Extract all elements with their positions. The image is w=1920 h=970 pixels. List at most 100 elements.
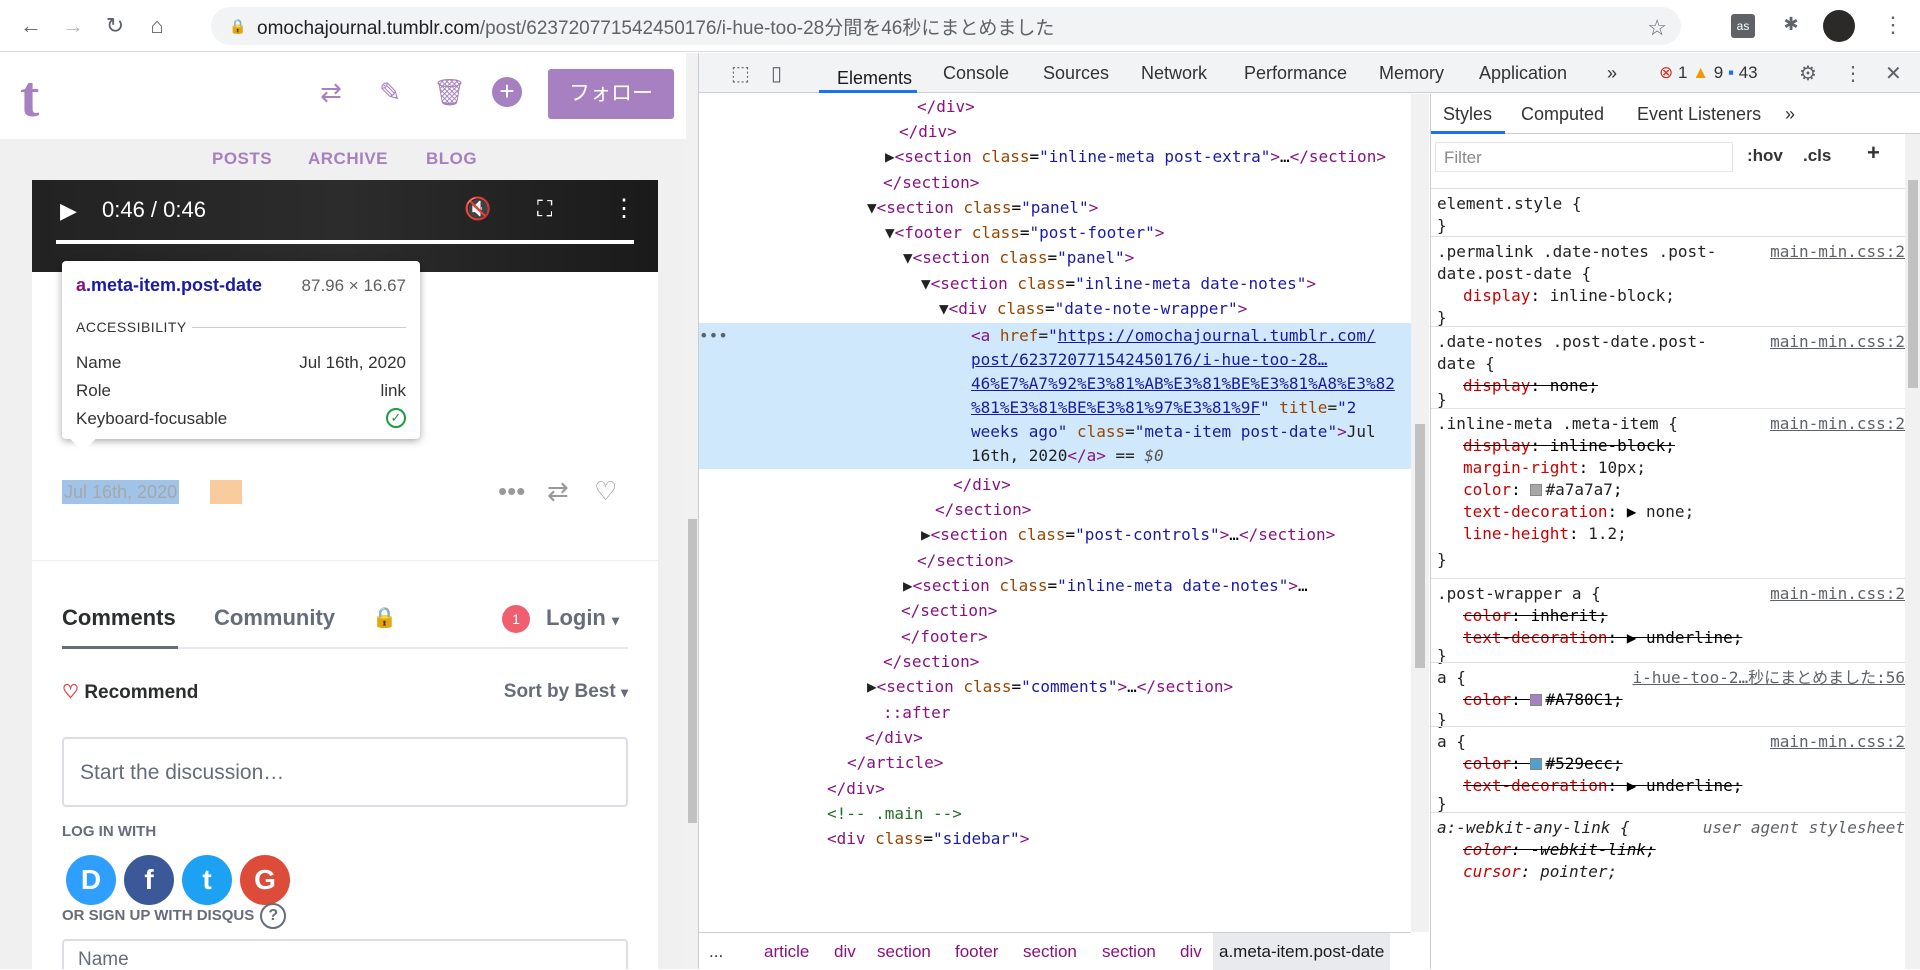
new-rule-icon[interactable]: + [1867,140,1880,166]
color-swatch[interactable] [1530,758,1543,770]
follow-button[interactable]: フォロー [548,69,674,119]
bookmark-star-icon[interactable]: ☆ [1647,15,1667,41]
style-rule[interactable]: a { i-hue-too-2…秒にまとめました:56 color: #a780… [1431,662,1905,729]
tab-performance[interactable]: Performance [1244,63,1347,84]
elements-scrollbar[interactable] [1411,94,1429,932]
style-rule[interactable]: .date-notes .post-date.post-date { main-… [1431,326,1905,409]
puzzle-extensions-icon[interactable]: ✱ [1779,14,1803,38]
reblog-post-icon[interactable]: ⇄ [547,476,569,507]
more-panes-icon[interactable]: » [1785,104,1795,125]
style-rule[interactable]: a { main-min.css:2 color: #529ecc; text-… [1431,726,1905,813]
tree-line[interactable]: ▼<section class="panel"> [903,245,1411,270]
elements-scrollbar-thumb[interactable] [1415,424,1425,668]
hov-toggle[interactable]: :hov [1747,146,1783,166]
post-date-link[interactable]: Jul 16th, 2020 [62,480,180,504]
issue-counts[interactable]: ⊗ 1 ▲ 9 ▪ 43 [1659,63,1758,83]
sort-dropdown[interactable]: Sort by Best ▾ [504,681,628,703]
delete-icon[interactable]: 🗑 [433,77,466,107]
tab-elements[interactable]: Elements [837,63,912,93]
style-rule[interactable]: .inline-meta .meta-item { main-min.css:2… [1431,408,1905,578]
device-toggle-icon[interactable]: ▯ [771,61,782,86]
styles-filter-input[interactable]: Filter [1435,142,1733,172]
recommend-button[interactable]: ♡ Recommend [62,681,198,704]
tree-line[interactable]: ::after [883,700,1411,725]
tab-community[interactable]: Community [214,605,335,631]
tab-memory[interactable]: Memory [1379,63,1444,84]
breadcrumb-item[interactable]: article [764,942,809,962]
tree-line[interactable]: <div class="sidebar"> [827,826,1411,851]
color-swatch[interactable] [1530,694,1543,706]
style-rule[interactable]: element.style { } [1431,188,1905,236]
style-rule[interactable]: .post-wrapper a { main-min.css:2 color: … [1431,578,1905,665]
breadcrumb-item[interactable]: div [834,942,856,962]
more-options-icon[interactable]: ⋮ [612,194,636,223]
devtools-menu-icon[interactable]: ⋮ [1843,61,1863,86]
reblog-icon[interactable]: ⇄ [316,77,346,107]
breadcrumb-item[interactable]: section [1023,942,1077,962]
disqus-login-icon[interactable]: D [66,855,116,905]
video-player[interactable]: ▶ 0:46 / 0:46 🔇 ⛶ ⋮ [32,180,658,272]
forward-arrow-icon[interactable]: → [62,14,84,37]
style-rule[interactable]: .permalink .date-notes .post-date.post-d… [1431,236,1905,327]
tree-line[interactable]: ▼<section class="inline-meta date-notes"… [921,271,1411,296]
privacy-lock-icon[interactable]: 🔒 [372,605,397,630]
tumblr-logo[interactable]: t [20,63,39,130]
page-scrollbar[interactable] [686,53,698,969]
tree-line[interactable]: </section> [935,497,1411,522]
tab-event-listeners[interactable]: Event Listeners [1637,104,1761,125]
tree-line[interactable]: ▶<section class="inline-meta post-extra"… [885,144,1411,169]
more-tabs-icon[interactable]: » [1607,63,1617,84]
tree-line[interactable]: </footer> [901,624,1411,649]
style-rule[interactable]: a:-webkit-any-link { user agent styleshe… [1431,812,1905,932]
tree-line[interactable]: ▼<section class="panel"> [867,195,1411,220]
tab-sources[interactable]: Sources [1043,63,1109,84]
tab-computed[interactable]: Computed [1521,104,1604,125]
tree-line[interactable]: ▶<section class="comments">…</section> [867,674,1411,699]
message-icon[interactable]: + [492,77,522,107]
breadcrumb-item-current[interactable]: a.meta-item.post-date [1213,933,1391,970]
breadcrumb-item[interactable]: div [1180,942,1202,962]
tree-line[interactable]: ▶<section class="inline-meta date-notes"… [903,573,1411,598]
cls-toggle[interactable]: .cls [1803,146,1831,166]
video-progress-bar[interactable] [56,240,634,244]
styles-scrollbar-thumb[interactable] [1908,180,1918,388]
tree-line[interactable]: </section> [883,649,1411,674]
tree-line[interactable]: <!-- .main --> [827,801,1411,826]
address-bar[interactable]: 🔒 omochajournal.tumblr.com/post/62372077… [211,7,1681,45]
reload-icon[interactable]: ↻ [104,14,126,37]
page-scrollbar-thumb[interactable] [688,519,697,823]
name-input[interactable]: Name [62,939,628,969]
tree-line[interactable]: </div> [899,119,1411,144]
color-swatch[interactable] [1530,484,1543,496]
tree-line[interactable]: ▼<footer class="post-footer"> [885,220,1411,245]
close-devtools-icon[interactable]: ✕ [1885,61,1902,86]
edit-icon[interactable]: ✎ [375,77,405,107]
tree-line[interactable]: </section> [883,170,1411,195]
more-dots-icon[interactable]: ••• [498,476,525,507]
tree-line[interactable]: </article> [847,750,1411,775]
tree-line[interactable]: </div> [953,472,1411,497]
play-icon[interactable]: ▶ [60,198,77,224]
home-icon[interactable]: ⌂ [146,14,168,37]
tab-comments[interactable]: Comments [62,605,176,631]
tree-line[interactable]: </div> [827,776,1411,801]
browser-menu-icon[interactable]: ⋮ [1882,12,1904,38]
elements-tree[interactable]: </div> </div> ▶<section class="inline-me… [699,94,1411,932]
mute-icon[interactable]: 🔇 [464,196,491,222]
tree-line[interactable]: ▶<section class="post-controls">…</secti… [921,522,1411,547]
node-options-icon[interactable]: ••• [699,323,729,348]
breadcrumb-item[interactable]: footer [955,942,998,962]
tree-line[interactable]: ▼<div class="date-note-wrapper"> [939,296,1411,321]
twitter-login-icon[interactable]: t [182,855,232,905]
facebook-login-icon[interactable]: f [124,855,174,905]
nav-archive[interactable]: ARCHIVE [308,149,388,169]
tree-line[interactable]: </section> [917,548,1411,573]
comment-input[interactable]: Start the discussion… [62,737,628,807]
nav-posts[interactable]: POSTS [212,149,272,169]
inspect-element-icon[interactable]: ⬚ [731,61,750,86]
profile-avatar[interactable] [1823,10,1855,42]
tree-line[interactable]: </div> [917,94,1411,119]
nav-blog[interactable]: BLOG [426,149,477,169]
login-dropdown[interactable]: Login ▾ [546,605,619,631]
back-arrow-icon[interactable]: ← [20,14,42,37]
